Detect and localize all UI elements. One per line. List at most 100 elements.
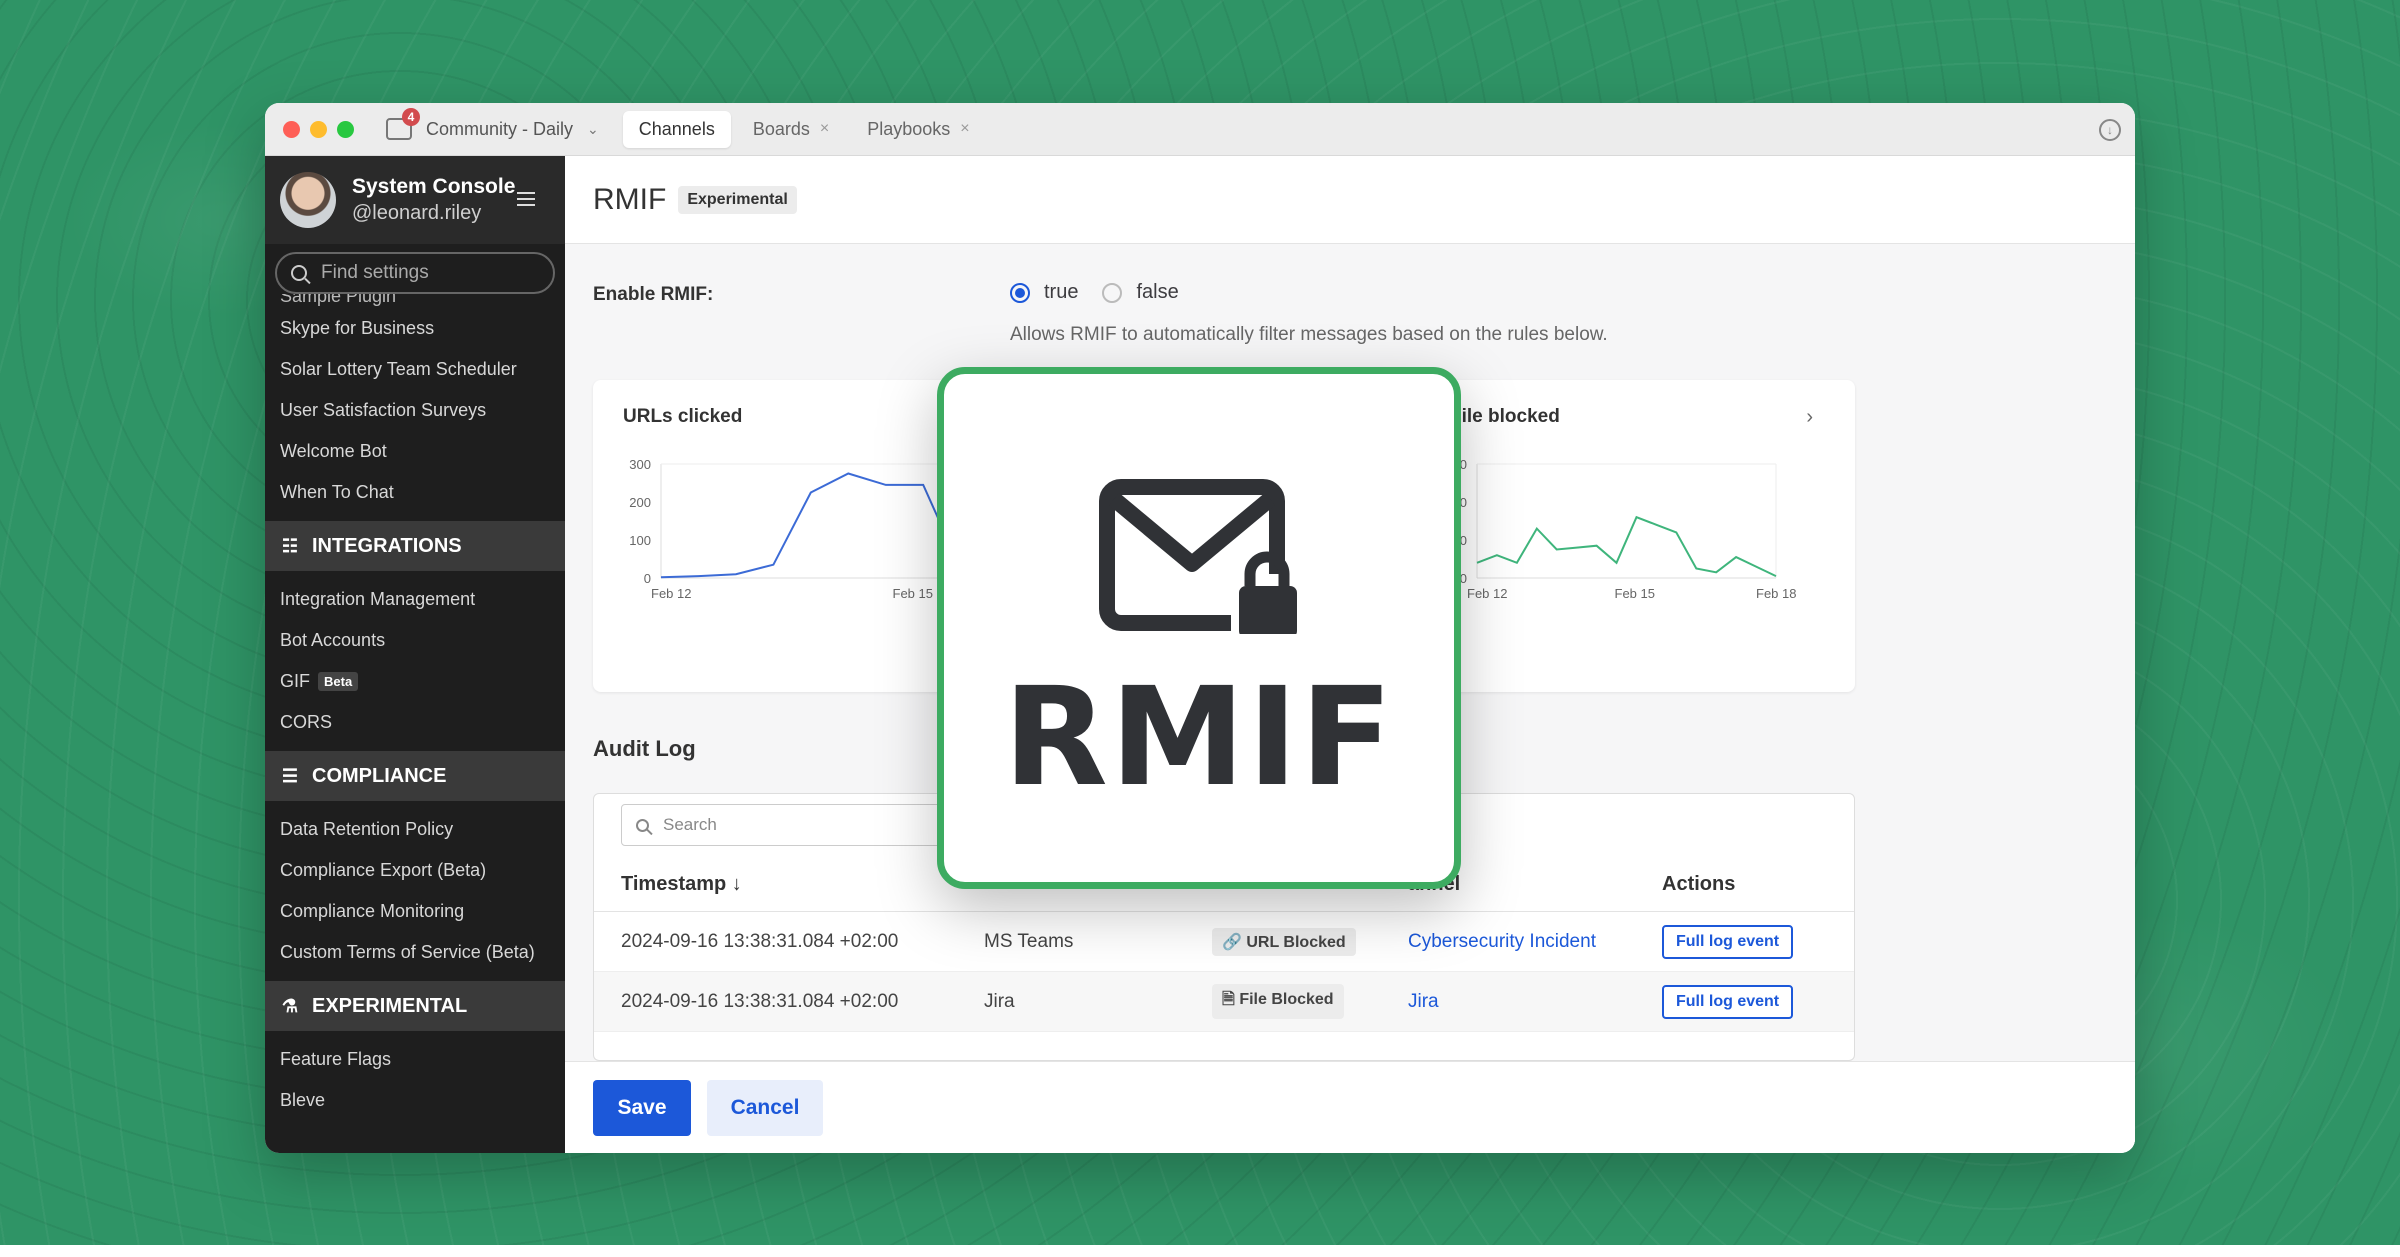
tab-playbooks[interactable]: Playbooks × [851,111,985,148]
column-actions: Actions [1662,873,1736,895]
rmif-logo-text: RMIF [1003,659,1395,817]
title-bar: 4 Community - Daily ⌄ Channels Boards × … [265,103,2135,156]
section-experimental: ⚗ EXPERIMENTAL [265,981,565,1031]
sidebar-item-gif[interactable]: GIF Beta [265,661,565,702]
link-icon: 🔗 [1222,933,1242,951]
section-title: EXPERIMENTAL [312,994,468,1017]
y-tick-label: 300 [629,457,651,472]
workspace-name: Community - Daily [426,118,574,139]
full-log-button[interactable]: Full log event [1662,924,1794,959]
x-tick-label: Feb 18 [1756,586,1796,601]
event-pill: 🗎 File Blocked [1212,984,1344,1019]
close-icon[interactable]: × [820,120,829,138]
table-row: 2024-09-16 13:38:31.084 +02:00 MS Teams … [594,912,1854,972]
radio-false[interactable] [1102,282,1123,303]
cancel-button[interactable]: Cancel [707,1080,823,1136]
sidebar-item-when-to-chat[interactable]: When To Chat [265,472,565,513]
enable-radio-group: true false [1010,281,1179,304]
y-tick-label: 200 [629,495,651,510]
section-title: COMPLIANCE [312,764,447,787]
sidebar-item-cut[interactable]: Sample Plugin [265,294,565,308]
sidebar: System Console @leonard.riley Find setti… [265,156,565,1153]
page-header: RMIF Experimental [565,156,2135,244]
tab-label: Playbooks [867,118,951,139]
server-icon: 4 [386,108,420,140]
cell-channel-link[interactable]: Jira [1408,991,1439,1013]
cell-timestamp: 2024-09-16 13:38:31.084 +02:00 [621,930,899,952]
sidebar-item-solar-lottery[interactable]: Solar Lottery Team Scheduler [265,349,565,390]
series-line [1476,515,1777,578]
bottom-strip [0,1245,2400,1257]
search-placeholder: Search [663,815,717,834]
sidebar-list: Sample Plugin Skype for Business Solar L… [265,294,565,1121]
sidebar-header: System Console @leonard.riley [265,156,565,244]
cell-timestamp: 2024-09-16 13:38:31.084 +02:00 [621,990,899,1012]
console-title: System Console [352,175,516,198]
section-title: INTEGRATIONS [312,534,462,557]
tab-label: Channels [638,118,715,139]
x-tick-label: Feb 15 [1615,586,1655,601]
close-icon[interactable]: × [960,120,969,138]
audit-log-title: Audit Log [593,736,696,761]
sidebar-item-welcome-bot[interactable]: Welcome Bot [265,431,565,472]
search-icon [291,265,307,281]
arrow-down-icon: ↓ [731,873,742,895]
save-button[interactable]: Save [593,1080,691,1136]
sidebar-item-compliance-monitoring[interactable]: Compliance Monitoring [265,891,565,932]
minimize-window-button[interactable] [310,120,327,138]
search-placeholder: Find settings [321,262,429,283]
y-tick-label: 100 [629,533,651,548]
beta-badge: Beta [318,672,359,691]
maximize-window-button[interactable] [337,120,354,138]
event-pill: 🔗 URL Blocked [1212,927,1356,956]
sitemap-icon: ☷ [281,535,299,556]
sidebar-item-cors[interactable]: CORS [265,702,565,743]
app-tabs: Channels Boards × Playbooks × [622,103,986,155]
tab-label: Boards [752,118,810,139]
x-tick-label: Feb 12 [1467,586,1507,601]
sidebar-item-surveys[interactable]: User Satisfaction Surveys [265,390,565,431]
sidebar-item-feature-flags[interactable]: Feature Flags [265,1039,565,1080]
full-log-button[interactable]: Full log event [1662,984,1794,1019]
chart-card-file-blocked: File blocked › 0100200300Feb 12Feb 15Feb… [1440,380,1855,692]
radio-true-label: true [1044,281,1079,303]
sidebar-item-compliance-export[interactable]: Compliance Export (Beta) [265,850,565,891]
file-icon: 🗎 [1222,991,1235,1008]
sidebar-item-custom-terms[interactable]: Custom Terms of Service (Beta) [265,932,565,973]
table-row-partial [594,1032,1854,1060]
chevron-down-icon: ⌄ [587,120,599,137]
radio-false-label: false [1136,281,1179,303]
sidebar-item-integration-management[interactable]: Integration Management [265,579,565,620]
find-settings-input[interactable]: Find settings [275,252,555,294]
cell-channel-link[interactable]: Cybersecurity Incident [1408,931,1596,953]
help-text: Allows RMIF to automatically filter mess… [1010,324,1608,345]
experimental-tag: Experimental [678,185,797,214]
tab-boards[interactable]: Boards × [737,111,845,148]
footer-bar: Save Cancel [565,1061,2135,1153]
tab-channels[interactable]: Channels [622,110,731,148]
download-icon[interactable]: ↓ [2099,119,2121,141]
enable-label: Enable RMIF: [593,284,714,305]
search-icon [636,818,649,832]
sidebar-item-label: GIF [280,671,310,691]
x-tick-label: Feb 12 [651,586,691,601]
mention-badge: 4 [402,108,420,126]
hamburger-menu-icon[interactable] [517,192,535,210]
column-timestamp[interactable]: Timestamp ↓ [621,873,742,896]
audit-search-input[interactable]: Search [621,804,981,846]
section-integrations: ☷ INTEGRATIONS [265,521,565,571]
flask-icon: ⚗ [281,995,299,1016]
file-blocked-chart: 0100200300Feb 12Feb 15Feb 18 [1445,457,1796,601]
avatar[interactable] [280,172,336,228]
section-compliance: ☰ COMPLIANCE [265,751,565,801]
rmif-logo-card: RMIF [937,367,1461,889]
page-title: RMIF [593,182,667,216]
radio-true[interactable] [1010,282,1030,303]
close-window-button[interactable] [283,120,300,138]
workspace-switcher[interactable]: 4 Community - Daily ⌄ [386,108,599,140]
sidebar-item-bleve[interactable]: Bleve [265,1080,565,1121]
sidebar-item-data-retention[interactable]: Data Retention Policy [265,809,565,850]
sidebar-item-bot-accounts[interactable]: Bot Accounts [265,620,565,661]
sidebar-item-skype[interactable]: Skype for Business [265,308,565,349]
cell-source: Jira [984,990,1015,1012]
